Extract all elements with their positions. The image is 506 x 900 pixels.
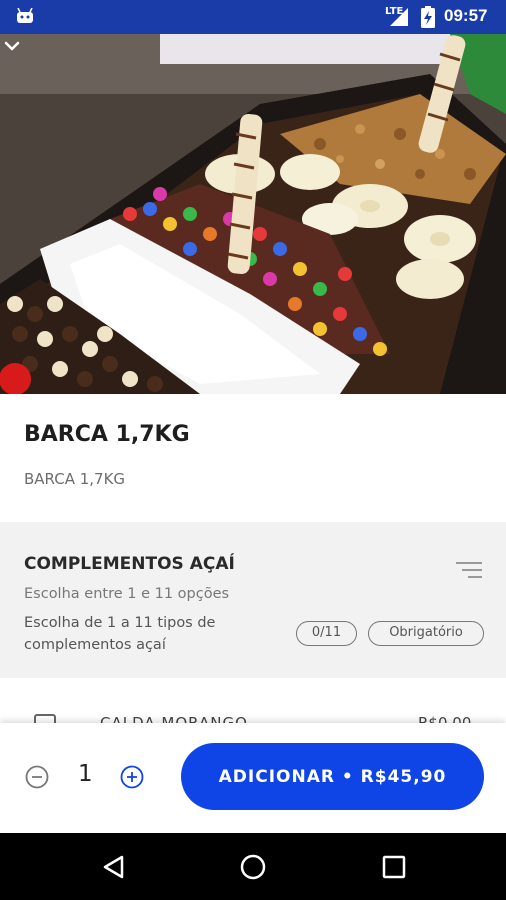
option-row[interactable]: CALDA MORANGO R$0,00 <box>0 678 506 723</box>
group-description: Escolha de 1 a 11 tipos de complementos … <box>24 615 216 653</box>
filter-icon <box>456 562 482 578</box>
decrease-quantity-icon[interactable] <box>25 765 49 789</box>
product-description: BARCA 1,7KG <box>24 470 126 488</box>
option-price: R$0,00 <box>418 714 472 723</box>
battery-charging-icon <box>421 6 435 28</box>
group-title: COMPLEMENTOS AÇAÍ <box>24 554 235 574</box>
home-icon[interactable] <box>239 853 267 881</box>
required-badge: Obrigatório <box>368 621 484 646</box>
chevron-down-icon[interactable] <box>0 34 24 58</box>
status-bar: LTE 09:57 <box>0 0 506 34</box>
group-subtitle: Escolha entre 1 e 11 opções <box>24 586 230 602</box>
complement-group-header: COMPLEMENTOS AÇAÍ Escolha entre 1 e 11 o… <box>0 522 506 678</box>
product-title: BARCA 1,7KG <box>24 422 190 447</box>
option-checkbox[interactable] <box>34 714 56 723</box>
order-footer: 1 ADICIONAR • R$45,90 <box>0 723 506 833</box>
increase-quantity-icon[interactable] <box>120 765 144 789</box>
product-image <box>0 34 506 394</box>
system-navigation-bar <box>0 833 506 900</box>
selection-count-badge: 0/11 <box>296 621 357 646</box>
acai-boat-illustration <box>0 34 506 394</box>
clock: 09:57 <box>444 6 488 25</box>
android-notification-icon <box>17 8 33 23</box>
product-info: BARCA 1,7KG BARCA 1,7KG <box>0 394 506 522</box>
add-to-cart-button[interactable]: ADICIONAR • R$45,90 <box>181 743 484 810</box>
back-icon[interactable] <box>100 853 128 881</box>
recents-icon[interactable] <box>380 853 408 881</box>
option-label: CALDA MORANGO <box>100 714 248 723</box>
signal-icon <box>390 8 408 26</box>
quantity-value: 1 <box>78 761 93 787</box>
